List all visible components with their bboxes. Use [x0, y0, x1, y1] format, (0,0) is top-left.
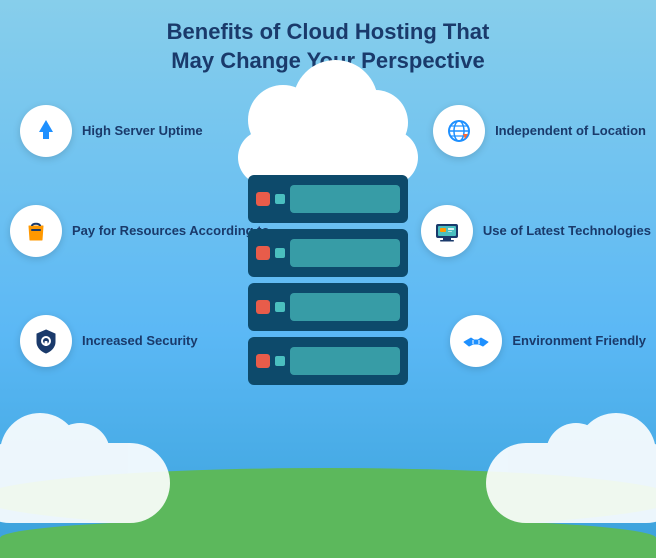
server-stack [248, 175, 408, 385]
server-bar-2 [290, 239, 400, 267]
increased-security-icon [20, 315, 72, 367]
independent-location-label: Independent of Location [495, 123, 646, 140]
server-dot-red-4 [256, 354, 270, 368]
increased-security-label: Increased Security [82, 333, 198, 350]
server-bar-1 [290, 185, 400, 213]
center-cloud-server [218, 85, 438, 385]
server-dot-teal-2 [275, 248, 285, 258]
server-uptime-icon [20, 105, 72, 157]
environment-friendly-label: Environment Friendly [512, 333, 646, 350]
cloud-bottom-left [0, 443, 170, 523]
server-unit-4 [248, 337, 408, 385]
cloud-bottom-right [486, 443, 656, 523]
server-dot-red-1 [256, 192, 270, 206]
ground [0, 518, 656, 558]
feature-environment-friendly: Environment Friendly [450, 315, 646, 367]
server-dot-teal-4 [275, 356, 285, 366]
server-dot-red-3 [256, 300, 270, 314]
feature-increased-security: Increased Security [20, 315, 198, 367]
feature-latest-tech: Use of Latest Technologies [421, 205, 651, 257]
feature-server-uptime: High Server Uptime [20, 105, 203, 157]
latest-tech-label: Use of Latest Technologies [483, 223, 651, 240]
environment-friendly-icon [450, 315, 502, 367]
server-unit-2 [248, 229, 408, 277]
server-unit-3 [248, 283, 408, 331]
independent-location-icon [433, 105, 485, 157]
server-dot-red-2 [256, 246, 270, 260]
page-container: Benefits of Cloud Hosting That May Chang… [0, 0, 656, 558]
server-dot-teal-1 [275, 194, 285, 204]
cloud-graphic [228, 85, 428, 185]
server-dot-teal-3 [275, 302, 285, 312]
feature-independent-location: Independent of Location [433, 105, 646, 157]
pay-resources-icon [10, 205, 62, 257]
title-line1: Benefits of Cloud Hosting That [167, 19, 490, 44]
server-bar-3 [290, 293, 400, 321]
server-uptime-label: High Server Uptime [82, 123, 203, 140]
server-bar-4 [290, 347, 400, 375]
server-unit-1 [248, 175, 408, 223]
